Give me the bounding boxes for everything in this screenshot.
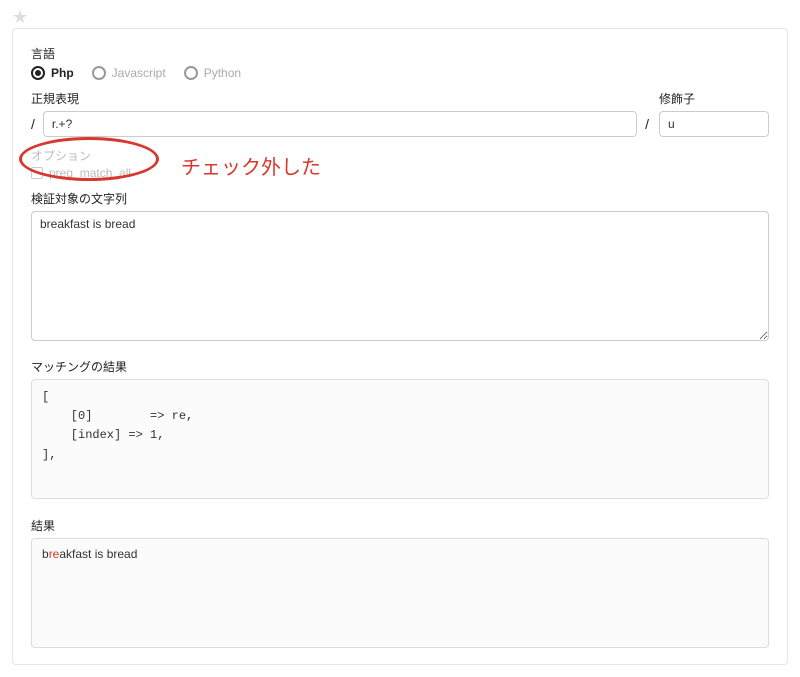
- language-radio-label: Python: [204, 66, 241, 80]
- target-string-textarea[interactable]: breakfast is bread: [31, 211, 769, 341]
- radio-icon: [92, 66, 106, 80]
- final-result-box: breakfast is bread: [31, 538, 769, 648]
- regex-slash-close: /: [645, 116, 649, 132]
- language-label: 言語: [31, 45, 769, 62]
- favorite-star-icon[interactable]: ★: [12, 8, 788, 26]
- regex-slash-open: /: [31, 116, 35, 132]
- radio-icon: [184, 66, 198, 80]
- language-radio-label: Php: [51, 66, 74, 80]
- modifiers-input[interactable]: [659, 111, 769, 137]
- target-string-label: 検証対象の文字列: [31, 190, 769, 207]
- checkbox-icon: [31, 167, 43, 179]
- language-radio-label: Javascript: [112, 66, 166, 80]
- regex-input[interactable]: [43, 111, 637, 137]
- match-result-box: [ [0] => re, [index] => 1, ],: [31, 379, 769, 499]
- language-radio-javascript[interactable]: Javascript: [92, 66, 166, 80]
- language-radio-python[interactable]: Python: [184, 66, 241, 80]
- modifiers-label: 修飾子: [659, 90, 769, 107]
- match-result-line: ],: [42, 446, 758, 465]
- match-result-line: [index] => 1,: [42, 426, 758, 445]
- highlighted-match: re: [49, 547, 60, 561]
- options-label: オプション: [31, 147, 769, 164]
- preg-match-all-checkbox[interactable]: preg_match_all: [31, 166, 131, 180]
- language-radio-php[interactable]: Php: [31, 66, 74, 80]
- match-result-line: [0] => re,: [42, 407, 758, 426]
- preg-match-all-label: preg_match_all: [49, 166, 131, 180]
- match-result-label: マッチングの結果: [31, 358, 769, 375]
- regex-label: 正規表現: [31, 90, 649, 107]
- final-result-text: breakfast is bread: [42, 547, 137, 561]
- final-result-label: 結果: [31, 517, 769, 534]
- regex-tester-panel: 言語 Php Javascript Python 正規表現 / / 修飾子: [12, 28, 788, 665]
- match-result-line: [: [42, 388, 758, 407]
- radio-icon: [31, 66, 45, 80]
- language-radio-group: Php Javascript Python: [31, 66, 769, 80]
